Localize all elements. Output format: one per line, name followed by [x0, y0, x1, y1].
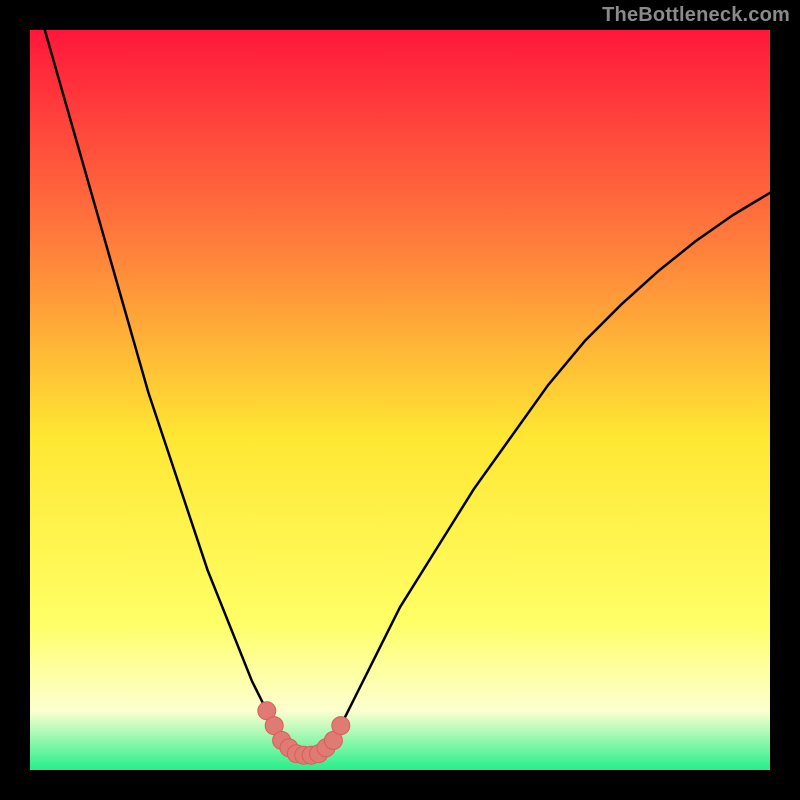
plot-area [30, 30, 770, 770]
gradient-background [30, 30, 770, 770]
chart-svg [30, 30, 770, 770]
sweet-spot-marker [332, 717, 350, 735]
chart-frame: TheBottleneck.com [0, 0, 800, 800]
watermark-text: TheBottleneck.com [602, 4, 790, 27]
